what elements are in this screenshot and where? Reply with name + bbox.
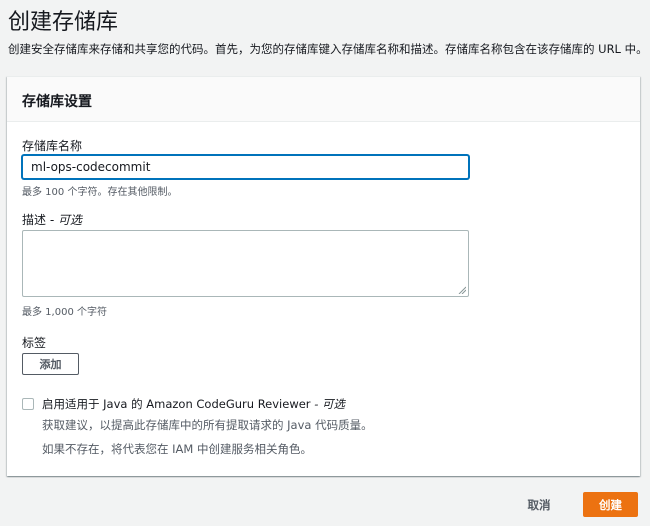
cancel-button[interactable]: 取消: [518, 493, 560, 517]
panel-header: 存储库设置: [7, 77, 640, 122]
repository-settings-panel: 存储库设置 存储库名称 最多 100 个字符。存在其他限制。 描述 - 可选 最…: [7, 76, 640, 476]
repository-name-hint: 最多 100 个字符。存在其他限制。: [22, 187, 178, 198]
codeguru-label-text: 启用适用于 Java 的 Amazon CodeGuru Reviewer: [42, 397, 311, 411]
repository-name-label: 存储库名称: [22, 139, 83, 153]
page-title: 创建存储库: [8, 10, 119, 35]
description-optional-text: - 可选: [49, 213, 82, 227]
codeguru-checkbox[interactable]: [22, 398, 34, 410]
repository-name-input[interactable]: [22, 155, 469, 179]
codeguru-description: 获取建议，以提高此存储库中的所有提取请求的 Java 代码质量。: [42, 418, 373, 432]
description-hint: 最多 1,000 个字符: [22, 307, 107, 318]
add-tag-button[interactable]: 添加: [22, 353, 79, 375]
resize-grip-icon[interactable]: [458, 286, 466, 294]
codeguru-role-note: 如果不存在，将代表您在 IAM 中创建服务相关角色。: [42, 442, 312, 456]
panel-title: 存储库设置: [22, 94, 92, 110]
description-label-text: 描述: [22, 213, 47, 227]
description-label: 描述 - 可选: [22, 211, 82, 228]
page-description: 创建安全存储库来存储和共享您的代码。首先，为您的存储库键入存储库名称和描述。存储…: [8, 42, 648, 56]
codeguru-optional-text: - 可选: [314, 397, 346, 411]
description-textarea[interactable]: [22, 230, 469, 297]
create-button[interactable]: 创建: [583, 492, 638, 517]
codeguru-label: 启用适用于 Java 的 Amazon CodeGuru Reviewer - …: [42, 396, 345, 412]
tags-label: 标签: [22, 336, 47, 350]
